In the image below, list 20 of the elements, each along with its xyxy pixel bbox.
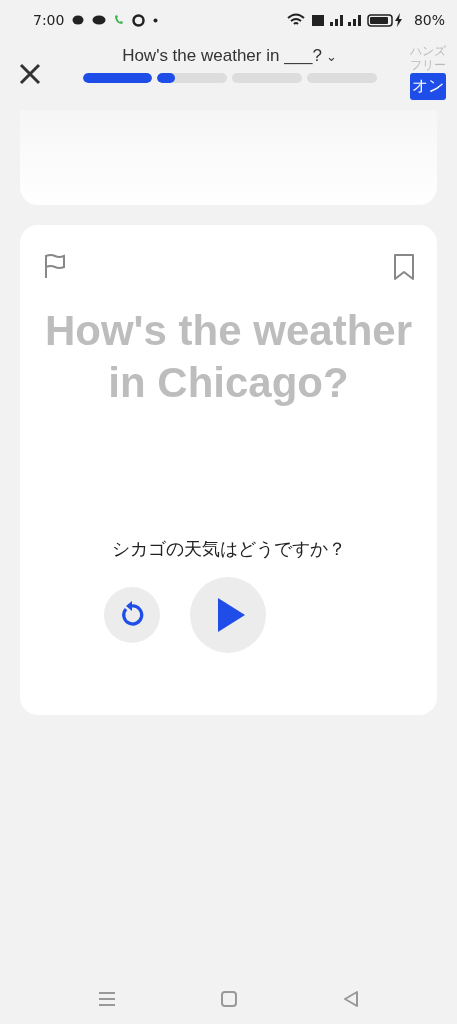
phrase-text: How's the weather in Chicago? [43,306,414,408]
back-icon[interactable] [342,990,361,1008]
caret-icon[interactable]: ⌄ [325,48,337,64]
ring-icon [132,13,146,27]
status-time: 7:00 [33,12,65,28]
translation-text: シカゴの天気はどうですか？ [111,537,346,561]
phone-icon [114,14,125,26]
lesson-title[interactable]: How's the weather in ___? [122,46,322,66]
hands-free-toggle[interactable]: オン [410,73,446,100]
dot-icon [153,17,159,23]
close-icon[interactable] [18,62,42,86]
battery-percent: 80% [413,12,445,28]
menu-icon[interactable] [96,991,117,1007]
message-icon [92,14,107,26]
chat-icon [72,14,85,26]
bookmark-icon[interactable] [393,253,415,281]
play-icon [216,597,246,633]
flag-icon[interactable] [42,253,68,279]
home-icon[interactable] [220,990,239,1008]
replay-button[interactable] [104,587,160,643]
